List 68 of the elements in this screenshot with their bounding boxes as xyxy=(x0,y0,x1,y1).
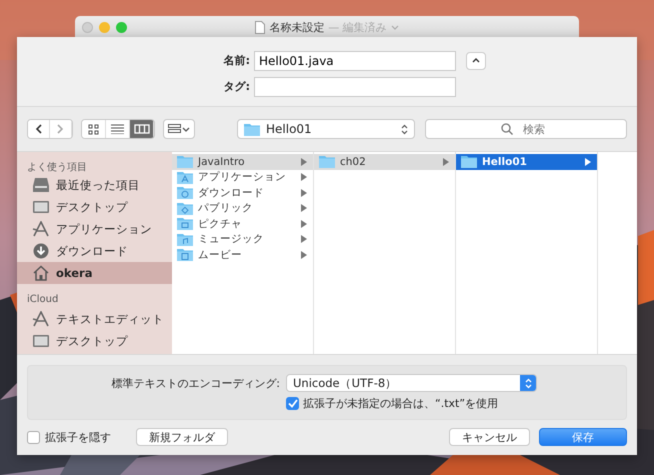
disclosure-arrow-icon xyxy=(443,158,449,166)
window-title: 名称未設定 xyxy=(269,20,324,35)
checkbox[interactable] xyxy=(286,397,299,410)
folder-icon xyxy=(461,155,477,168)
download-icon xyxy=(32,243,50,259)
folder-icon xyxy=(177,202,193,215)
edited-status: — 編集済み xyxy=(328,20,387,35)
folder-icon xyxy=(244,122,260,136)
monitor-icon xyxy=(32,333,50,349)
encoding-label: 標準テキストのエンコーディング: xyxy=(110,376,280,390)
cancel-button[interactable]: キャンセル xyxy=(449,428,530,446)
folder-icon xyxy=(177,186,193,200)
new-folder-button[interactable]: 新規フォルダ xyxy=(136,428,228,446)
sidebar-item[interactable]: ダウンロード xyxy=(17,240,172,262)
sidebar-item[interactable]: テキストエディット xyxy=(17,308,172,330)
disclosure-arrow-icon xyxy=(585,158,591,166)
sidebar-heading: iCloud xyxy=(26,293,60,307)
drawer-icon xyxy=(32,177,50,193)
document-icon xyxy=(255,21,266,34)
folder-row[interactable]: パブリック xyxy=(172,200,313,216)
folder-icon xyxy=(177,217,193,230)
arrange-icon xyxy=(168,124,190,134)
sidebar-item[interactable]: 最近使った項目 xyxy=(17,174,172,196)
popup-stepper-icon xyxy=(520,375,536,391)
folder-row[interactable]: ムービー xyxy=(172,247,313,262)
view-mode-button[interactable] xyxy=(82,120,106,138)
icon-grid-icon xyxy=(88,124,99,134)
columns-icon xyxy=(134,124,150,134)
sidebar-item[interactable]: デスクトップ xyxy=(17,196,172,218)
search-icon xyxy=(501,123,513,135)
up-down-arrows-icon xyxy=(401,124,408,134)
folder-row[interactable]: ピクチャ xyxy=(172,216,313,232)
folder-row[interactable]: Hello01 xyxy=(456,154,597,170)
folder-row[interactable]: ch02 xyxy=(314,154,455,170)
folder-row[interactable]: ミュージック xyxy=(172,232,313,247)
folder-row[interactable]: アプリケーション xyxy=(172,170,313,185)
checkbox-label: 拡張子が未指定の場合は、“.txt”を使用 xyxy=(303,396,498,411)
monitor-icon xyxy=(32,199,50,215)
folder-icon xyxy=(177,170,193,184)
sidebar-item[interactable]: デスクトップ xyxy=(17,330,172,352)
back-button[interactable] xyxy=(28,120,50,138)
search-field[interactable]: 検索 xyxy=(425,119,627,139)
list-icon xyxy=(111,124,124,134)
encoding-popup[interactable]: Unicode（UTF-8） xyxy=(286,374,537,392)
view-mode-button[interactable] xyxy=(130,120,154,138)
caret-up-icon xyxy=(472,58,480,63)
folder-icon xyxy=(177,248,193,262)
zoom-button[interactable] xyxy=(116,22,127,32)
checkbox-label: 拡張子を隠す xyxy=(45,430,111,444)
folder-icon xyxy=(177,232,193,246)
folder-row[interactable]: JavaIntro xyxy=(172,154,313,170)
app-letter-icon xyxy=(32,221,50,237)
tags-field[interactable] xyxy=(254,76,456,96)
path-popup[interactable]: Hello01 xyxy=(237,119,415,139)
sidebar-item[interactable]: okera xyxy=(17,262,172,284)
folder-icon xyxy=(177,155,193,168)
folder-icon xyxy=(319,155,335,168)
name-field[interactable]: Hello01.java xyxy=(254,50,456,70)
name-label: 名前: xyxy=(222,53,250,68)
app-letter-icon xyxy=(32,311,50,327)
tags-label: タグ: xyxy=(222,79,250,94)
sidebar-item[interactable]: アプリケーション xyxy=(17,218,172,240)
arrange-button[interactable] xyxy=(163,119,195,139)
sidebar-heading: よく使う項目 xyxy=(26,161,88,174)
folder-row[interactable]: ダウンロード xyxy=(172,185,313,200)
checkbox[interactable] xyxy=(27,430,40,444)
house-icon xyxy=(32,265,50,281)
expand-button[interactable] xyxy=(466,52,486,70)
